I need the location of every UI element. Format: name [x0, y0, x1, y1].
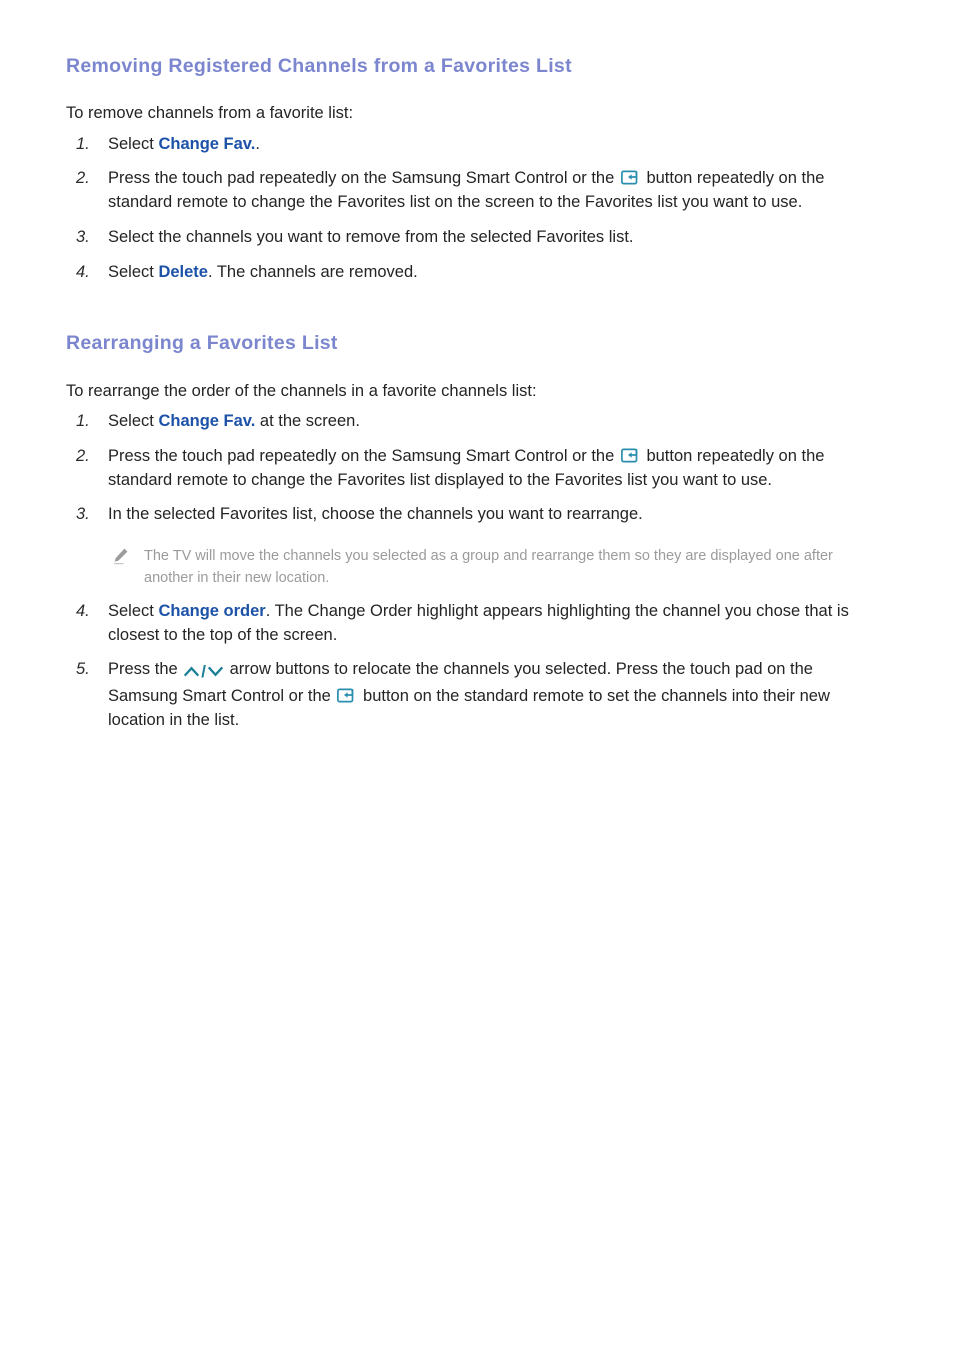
step-number: 1.: [76, 412, 90, 431]
arrow-separator: /: [201, 662, 207, 682]
doc-section: Removing Registered Channels from a Favo…: [66, 55, 878, 284]
step-text-run: Select the channels you want to remove f…: [108, 227, 634, 246]
section-intro-text: To rearrange the order of the channels i…: [66, 381, 537, 400]
step-number: 4.: [76, 601, 90, 620]
step-text: Select Delete. The channels are removed.: [108, 261, 878, 285]
step-text-run: Press the: [108, 660, 183, 679]
up-down-arrow-icons: /: [183, 660, 224, 685]
step-number: 2.: [76, 169, 90, 188]
enter-button-icon: [620, 169, 640, 185]
step-text-run: Press the touch pad repeatedly on the Sa…: [108, 446, 619, 465]
step-text-run: at the screen.: [255, 412, 360, 431]
step-list: 1. Select Change Fav. at the screen. 2. Pre…: [66, 410, 878, 733]
ui-menu-term[interactable]: Change order: [158, 602, 265, 620]
chevron-up-icon: [183, 663, 200, 680]
step-list: 1. Select Change Fav.. 2. Press the touch p…: [66, 133, 878, 285]
section-intro-text: To remove channels from a favorite list:: [66, 104, 354, 123]
sections-container: Removing Registered Channels from a Favo…: [66, 55, 878, 733]
doc-section: Rearranging a Favorites List To rearrange…: [66, 332, 878, 732]
step-text-run: .: [255, 134, 260, 153]
note-block: The TV will move the channels you select…: [108, 546, 878, 589]
step-number: 2.: [76, 446, 90, 465]
step-number: 5.: [76, 660, 90, 679]
step-item: 5. Press the / arrow buttons to relocate …: [66, 658, 878, 732]
note-text: The TV will move the channels you select…: [144, 548, 833, 586]
step-text: In the selected Favorites list, choose t…: [108, 503, 878, 527]
step-text: Select Change Fav..: [108, 133, 878, 157]
ui-menu-term[interactable]: Change Fav.: [158, 135, 255, 153]
step-number: 3.: [76, 227, 90, 246]
chevron-down-icon: [207, 663, 224, 680]
step-text-run: Select: [108, 601, 159, 620]
enter-button-icon: [620, 447, 640, 463]
step-number: 1.: [76, 134, 90, 153]
step-text-run: Press the touch pad repeatedly on the Sa…: [108, 169, 619, 188]
step-item: 3. In the selected Favorites list, choose…: [66, 503, 878, 589]
pencil-note-icon: [112, 547, 130, 565]
step-text: Select the channels you want to remove f…: [108, 226, 878, 250]
step-text: Select Change Fav. at the screen.: [108, 410, 878, 434]
step-text-run: In the selected Favorites list, choose t…: [108, 505, 643, 524]
step-text: Select Change order. The Change Order hi…: [108, 600, 878, 648]
section-heading: Rearranging a Favorites List: [66, 332, 338, 355]
step-text-run: Select: [108, 134, 159, 153]
step-text-run: Select: [108, 412, 159, 431]
step-text: Press the / arrow buttons to relocate th…: [108, 658, 878, 732]
section-heading: Removing Registered Channels from a Favo…: [66, 55, 572, 77]
step-item: 2. Press the touch pad repeatedly on the …: [66, 445, 878, 493]
ui-menu-term[interactable]: Change Fav.: [158, 412, 255, 430]
step-item: 4. Select Delete. The channels are remove…: [66, 261, 878, 285]
step-item: 1. Select Change Fav. at the screen.: [66, 410, 878, 434]
step-text-run: Select: [108, 262, 159, 281]
step-item: 3. Select the channels you want to remove…: [66, 226, 878, 250]
enter-button-icon: [337, 687, 356, 703]
step-number: 3.: [76, 505, 90, 524]
step-text-run: . The channels are removed.: [207, 262, 418, 281]
step-number: 4.: [76, 262, 90, 281]
step-item: 1. Select Change Fav..: [66, 133, 878, 157]
document-page: Removing Registered Channels from a Favo…: [0, 0, 954, 1350]
step-item: 4. Select Change order. The Change Order …: [66, 600, 878, 648]
ui-menu-term[interactable]: Delete: [158, 263, 208, 281]
step-text: Press the touch pad repeatedly on the Sa…: [108, 167, 878, 215]
step-item: 2. Press the touch pad repeatedly on the …: [66, 167, 878, 215]
step-text: Press the touch pad repeatedly on the Sa…: [108, 445, 878, 493]
